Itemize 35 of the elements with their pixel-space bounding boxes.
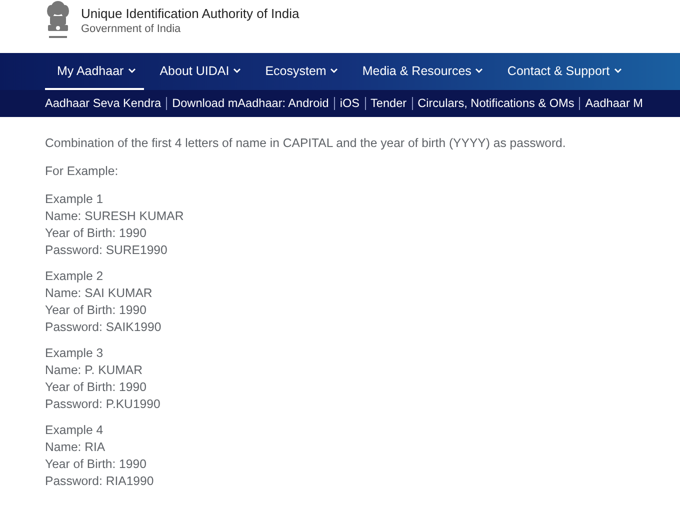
quick-link[interactable]: Download mAadhaar: Android	[166, 97, 334, 110]
example-password: Password: P.KU1990	[45, 396, 162, 413]
quick-link[interactable]: Aadhaar Seva Kendra	[45, 97, 166, 110]
example-title: Example 1	[45, 191, 104, 208]
example-lead: For Example:	[45, 163, 120, 180]
example-password: Password: SURE1990	[45, 242, 168, 259]
site-subtitle: Government of India	[81, 23, 182, 35]
caret-icon	[614, 68, 622, 73]
caret-icon	[330, 68, 338, 73]
caret-icon	[128, 68, 136, 73]
example-password: Password: RIA1990	[45, 473, 155, 490]
example-birth-year: Year of Birth: 1990	[45, 225, 148, 242]
quick-link[interactable]: iOS	[334, 97, 365, 110]
example-title: Example 4	[45, 422, 104, 439]
example-name: Name: SURESH KUMAR	[45, 208, 185, 225]
example-title: Example 2	[45, 268, 104, 285]
example-birth-year: Year of Birth: 1990	[45, 456, 148, 473]
example-birth-year: Year of Birth: 1990	[45, 302, 148, 319]
nav-item[interactable]: Contact & Support	[495, 53, 630, 90]
example-name: Name: RIA	[45, 439, 106, 456]
quick-link[interactable]: Tender	[364, 97, 412, 110]
example-birth-year: Year of Birth: 1990	[45, 379, 148, 396]
caret-icon	[475, 68, 484, 73]
site-title: Unique Identification Authority of India	[81, 6, 300, 21]
example-name: Name: P. KUMAR	[45, 362, 144, 379]
intro-text: Combination of the first 4 letters of name in CAPITAL and the year of birth (YYYY) as password.	[45, 135, 567, 152]
caret-icon	[233, 68, 242, 73]
example-title: Example 3	[45, 345, 104, 362]
example-name: Name: SAI KUMAR	[45, 285, 154, 302]
nav-item[interactable]: About UIDAI	[148, 53, 250, 90]
quick-link[interactable]: Circulars, Notifications & OMs	[412, 97, 580, 110]
nav-item[interactable]: Media & Resources	[350, 53, 492, 90]
example-password: Password: SAIK1990	[45, 319, 162, 336]
quick-link[interactable]: Aadhaar M	[579, 97, 648, 110]
nav-item[interactable]: Ecosystem	[253, 53, 346, 90]
